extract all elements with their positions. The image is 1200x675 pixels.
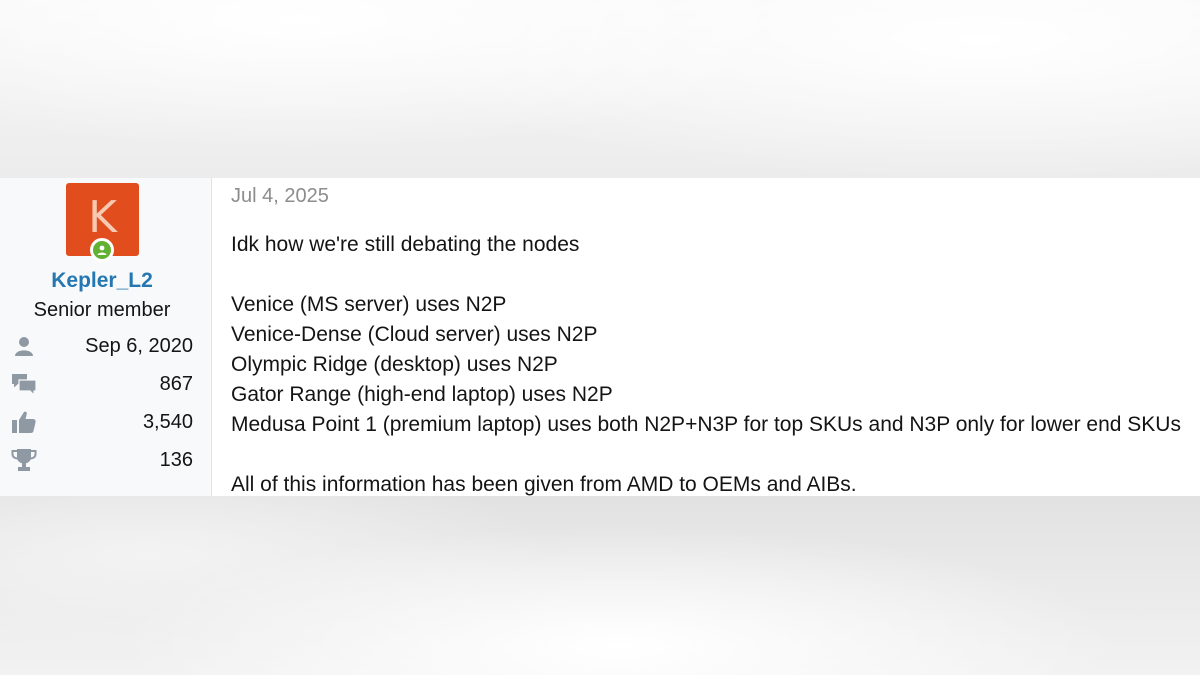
post-line: Venice-Dense (Cloud server) uses N2P (231, 323, 598, 346)
stat-reactions: 3,540 (10, 407, 193, 437)
stat-messages-value: 867 (159, 372, 193, 395)
stat-reactions-value: 3,540 (142, 410, 193, 433)
user-icon (10, 333, 38, 359)
post-body: Idk how we're still debating the nodes V… (231, 230, 1181, 500)
stat-points: 136 (10, 445, 193, 475)
post-line: Medusa Point 1 (premium laptop) uses bot… (231, 413, 1181, 436)
post-user-cell: K Kepler_L2 Senior member Sep 6, 2020 86… (0, 178, 212, 496)
background-top (0, 0, 1200, 178)
post-line: Gator Range (high-end laptop) uses N2P (231, 383, 613, 406)
post-line: Idk how we're still debating the nodes (231, 233, 580, 256)
post-line: Venice (MS server) uses N2P (231, 293, 507, 316)
post-date[interactable]: Jul 4, 2025 (231, 185, 329, 208)
post-line: All of this information has been given f… (231, 473, 857, 496)
stat-points-value: 136 (159, 448, 193, 471)
post-message: Jul 4, 2025 Idk how we're still debating… (212, 178, 1200, 496)
online-status-icon (90, 238, 114, 262)
stat-joined-value: Sep 6, 2020 (85, 334, 193, 357)
user-title: Senior member (33, 299, 171, 321)
messages-icon (10, 371, 38, 397)
post-line: Olympic Ridge (desktop) uses N2P (231, 353, 558, 376)
trophy-icon (10, 447, 38, 473)
stat-joined: Sep 6, 2020 (10, 331, 193, 361)
username-link[interactable]: Kepler_L2 (0, 269, 204, 293)
background-bottom (0, 496, 1200, 675)
forum-post: K Kepler_L2 Senior member Sep 6, 2020 86… (0, 178, 1200, 496)
stat-messages: 867 (10, 369, 193, 399)
thumbs-up-icon (10, 409, 38, 435)
